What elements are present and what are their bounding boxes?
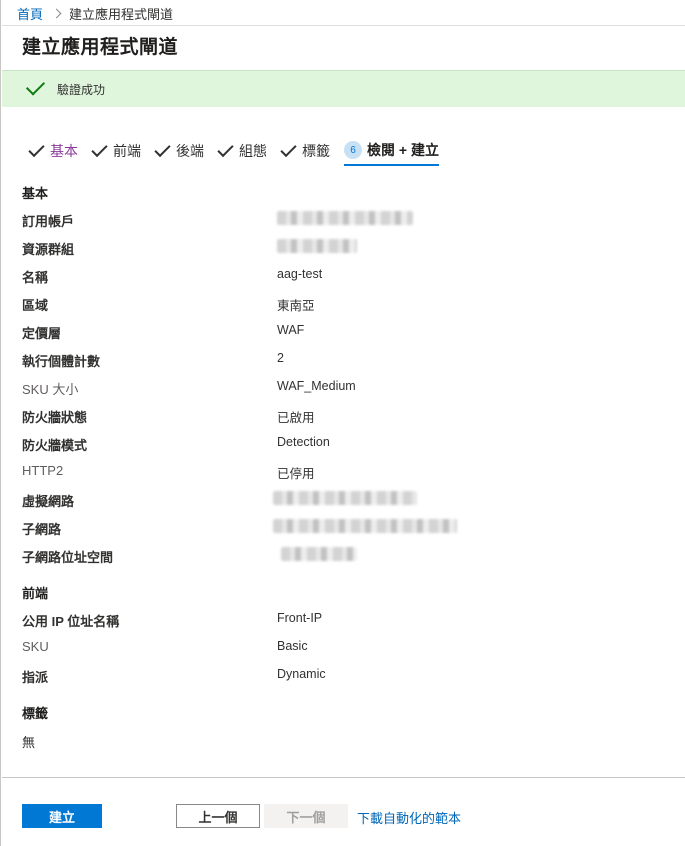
field-label: HTTP2	[22, 463, 64, 478]
summary-row-assignment: 指派 Dynamic	[1, 667, 685, 687]
summary-row-firewall-mode: 防火牆模式 Detection	[1, 435, 685, 455]
field-value: Detection	[277, 435, 330, 449]
breadcrumb-current: 建立應用程式閘道	[69, 6, 174, 22]
tab-review-create[interactable]: 6 檢閱 + 建立	[344, 140, 439, 166]
field-label: 子網路位址空間	[22, 550, 114, 565]
tab-label: 標籤	[302, 143, 330, 159]
field-value: Front-IP	[277, 611, 323, 625]
tab-label: 檢閱 + 建立	[367, 142, 439, 158]
next-button: 下一個	[264, 804, 348, 828]
field-value: Dynamic	[277, 667, 326, 681]
field-label: SKU 大小	[22, 382, 79, 397]
redacted-value	[277, 239, 357, 253]
section-heading-basics: 基本	[22, 186, 49, 201]
tab-configuration[interactable]: 組態	[217, 140, 267, 162]
section-heading-tags: 標籤	[22, 706, 49, 721]
chevron-right-icon	[51, 8, 62, 18]
summary-row-name: 名稱 aag-test	[1, 267, 685, 287]
summary-row-virtual-network: 虛擬網路	[1, 491, 685, 511]
field-label: 子網路	[22, 522, 62, 537]
field-value: 2	[277, 351, 284, 365]
field-label: 防火牆模式	[22, 438, 88, 453]
field-label: 指派	[22, 670, 49, 685]
tab-label: 基本	[50, 143, 78, 159]
summary-row-sku: SKU Basic	[1, 639, 685, 659]
field-value: WAF_Medium	[277, 379, 356, 393]
field-label: 區域	[22, 298, 49, 313]
divider	[2, 777, 685, 778]
checkmark-icon	[280, 140, 297, 158]
tags-value: 無	[22, 735, 36, 750]
redacted-value	[273, 491, 417, 505]
tab-backend[interactable]: 後端	[154, 140, 204, 162]
redacted-value	[277, 211, 413, 225]
field-label: 名稱	[22, 270, 49, 285]
field-label: 公用 IP 位址名稱	[22, 614, 120, 629]
checkmark-icon	[28, 140, 45, 158]
page-title: 建立應用程式閘道	[22, 37, 179, 58]
validation-banner: 驗證成功	[2, 70, 685, 107]
download-template-link[interactable]: 下載自動化的範本	[357, 808, 461, 827]
tab-basics[interactable]: 基本	[28, 140, 78, 162]
tab-label: 後端	[176, 143, 204, 159]
blade: 首頁 建立應用程式閘道 建立應用程式閘道 驗證成功 基本 前端 後端 組態 標籤	[0, 0, 685, 846]
previous-button[interactable]: 上一個	[176, 804, 260, 828]
step-number-badge: 6	[344, 141, 362, 159]
field-label: 虛擬網路	[22, 494, 75, 509]
section-heading-frontend: 前端	[22, 586, 49, 601]
summary-row-firewall-status: 防火牆狀態 已啟用	[1, 407, 685, 427]
create-button[interactable]: 建立	[22, 804, 102, 828]
summary-row-http2: HTTP2 已停用	[1, 463, 685, 483]
breadcrumb-home-link[interactable]: 首頁	[17, 4, 43, 23]
redacted-value	[273, 519, 457, 533]
field-label: 訂用帳戶	[22, 214, 75, 229]
field-value: 已停用	[277, 467, 315, 481]
summary-row-instance-count: 執行個體計數 2	[1, 351, 685, 371]
summary-row-region: 區域 東南亞	[1, 295, 685, 315]
divider	[2, 25, 685, 26]
summary-row-resource-group: 資源群組	[1, 239, 685, 259]
breadcrumb: 首頁 建立應用程式閘道	[17, 4, 174, 23]
field-label: 資源群組	[22, 242, 75, 257]
tab-frontend[interactable]: 前端	[91, 140, 141, 162]
summary-row-subnet-address-space: 子網路位址空間	[1, 547, 685, 567]
field-value: 已啟用	[277, 411, 315, 425]
summary-row-tier: 定價層 WAF	[1, 323, 685, 343]
validation-message: 驗證成功	[57, 82, 106, 97]
tab-tags[interactable]: 標籤	[280, 140, 330, 162]
summary-row-sku-size: SKU 大小 WAF_Medium	[1, 379, 685, 399]
summary-row-public-ip-name: 公用 IP 位址名稱 Front-IP	[1, 611, 685, 631]
checkmark-icon	[154, 140, 171, 158]
field-value: WAF	[277, 323, 305, 337]
tab-label: 前端	[113, 143, 141, 159]
field-value: 東南亞	[277, 299, 315, 313]
redacted-value	[281, 547, 357, 561]
field-label: 防火牆狀態	[22, 410, 88, 425]
field-label: 定價層	[22, 326, 62, 341]
summary-row-subscription: 訂用帳戶	[1, 211, 685, 231]
checkmark-icon	[217, 140, 234, 158]
tab-label: 組態	[239, 143, 267, 159]
field-value: aag-test	[277, 267, 323, 281]
summary-row-subnet: 子網路	[1, 519, 685, 539]
field-label: 執行個體計數	[22, 354, 101, 369]
checkmark-icon	[91, 140, 108, 158]
field-label: SKU	[22, 639, 49, 654]
field-value: Basic	[277, 639, 308, 653]
checkmark-icon	[25, 76, 46, 96]
wizard-tabs: 基本 前端 後端 組態 標籤 6 檢閱 + 建立	[28, 140, 453, 168]
